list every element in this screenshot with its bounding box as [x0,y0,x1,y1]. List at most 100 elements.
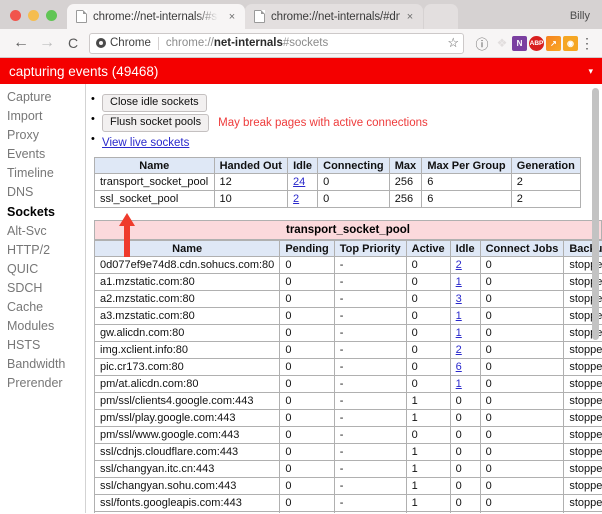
tab-strip: chrome://net-internals/#sockets × chrome… [0,0,602,29]
tab-sockets[interactable]: chrome://net-internals/#sockets × [67,4,245,29]
idle-cell[interactable]: 2 [449,256,481,274]
column-header: Idle [449,240,481,257]
pool-table: Name Pending Top Priority Active Idle Connect… [93,240,602,513]
maximize-window-button[interactable] [46,10,57,21]
idle-socket-link[interactable]: 2 [456,344,462,356]
top-priority-cell: - [333,477,407,495]
pending-cell: 0 [279,290,335,308]
faded-extension-icon[interactable]: ❖ [494,36,510,50]
bookmark-star-icon[interactable]: ☆ [443,35,459,51]
adblock-extension-icon[interactable]: ABP [529,35,544,51]
pool-name-cell: transport_socket_pool [94,173,215,191]
top-priority-cell: - [333,460,407,478]
connect-jobs-cell: 0 [479,392,565,410]
sidebar-item-sockets[interactable]: Sockets [4,203,85,222]
chevron-down-icon[interactable]: ▾ [588,66,593,77]
idle-cell[interactable]: 6 [449,358,481,376]
sidebar-item-hsts[interactable]: HSTS [4,336,85,355]
idle-cell[interactable]: 3 [449,290,481,308]
idle-cell: 0 [449,494,481,512]
sidebar-item-dns[interactable]: DNS [4,183,85,202]
close-window-button[interactable] [10,10,21,21]
sidebar-item-http-2[interactable]: HTTP/2 [4,241,85,260]
close-icon[interactable]: × [403,11,417,23]
site-identity-chip[interactable]: Chrome [96,37,151,49]
table-row: a1.mzstatic.com:800-010stoppedfalse [93,273,602,291]
top-priority-cell: - [333,426,407,444]
top-priority-cell: - [333,511,407,513]
group-name-cell: ssl/changyan.sohu.com:443 [93,477,281,495]
idle-cell[interactable]: 1 [449,307,481,325]
idle-cell: 0 [449,392,481,410]
idle-count-cell[interactable]: 2 [287,190,319,208]
idle-count-link[interactable]: 24 [293,176,305,188]
column-header: Handed Out [213,157,289,174]
idle-count-link[interactable]: 2 [293,193,299,205]
transport-socket-pool-section: transport_socket_pool Name Pending Top Pri… [86,220,602,513]
sidebar-item-sdch[interactable]: SDCH [4,279,85,298]
connect-jobs-cell: 0 [479,409,565,427]
divider [157,36,159,50]
chrome-menu-icon[interactable]: ⋮ [580,35,594,52]
connect-jobs-cell: 0 [479,256,565,274]
onenote-extension-icon[interactable]: N [512,35,527,51]
idle-cell[interactable]: 2 [449,341,481,359]
idle-socket-link[interactable]: 1 [456,310,462,322]
table-row: gw.alicdn.com:800-010stoppedfalse [93,324,602,342]
page-icon [254,10,265,23]
chart-extension-icon[interactable]: ↗ [546,35,561,51]
vertical-scrollbar[interactable] [592,86,600,511]
idle-socket-link[interactable]: 1 [456,276,462,288]
pending-cell: 0 [279,375,335,393]
sidebar-item-events[interactable]: Events [4,145,85,164]
sidebar-item-prerender[interactable]: Prerender [4,374,85,393]
sidebar-item-modules[interactable]: Modules [4,317,85,336]
tab-dns[interactable]: chrome://net-internals/#dns × [245,4,423,29]
table-row: pm/ssl/clients4.google.com:443 0-1 0 0 stopp… [93,392,602,410]
window-traffic-lights [0,10,67,29]
sidebar-item-alt-svc[interactable]: Alt-Svc [4,222,85,241]
idle-cell[interactable]: 1 [449,273,481,291]
table-row: ssl_socket_pool 10 2 0 256 6 2 [94,190,582,208]
idle-cell[interactable]: 1 [449,375,481,393]
sidebar-item-quic[interactable]: QUIC [4,260,85,279]
sidebar-item-bandwidth[interactable]: Bandwidth [4,355,85,374]
page-body: Capture Import Proxy Events Timeline DNS Socke… [0,84,602,513]
sidebar-item-cache[interactable]: Cache [4,298,85,317]
top-priority-cell: - [333,290,407,308]
back-icon[interactable]: ← [8,30,34,56]
list-item: Close idle sockets [91,93,602,112]
idle-cell[interactable]: 1 [449,324,481,342]
idle-socket-link[interactable]: 3 [456,293,462,305]
address-bar[interactable]: Chrome chrome://net-internals#sockets ☆ [89,32,464,54]
connect-jobs-cell: 0 [479,477,565,495]
idle-socket-link[interactable]: 1 [456,327,462,339]
close-idle-sockets-button[interactable]: Close idle sockets [102,94,207,112]
group-name-cell: gw.alicdn.com:80 [93,324,281,342]
minimize-window-button[interactable] [28,10,39,21]
sidebar-item-timeline[interactable]: Timeline [4,164,85,183]
new-tab-button[interactable] [424,4,458,29]
capturing-events-banner[interactable]: capturing events (49468) ▾ [0,58,602,84]
profile-name[interactable]: Billy [570,10,602,29]
view-live-sockets-link[interactable]: View live sockets [102,137,189,149]
connect-jobs-cell: 0 [479,290,565,308]
scrollbar-thumb[interactable] [592,88,599,340]
orange-extension-icon[interactable]: ◉ [563,35,578,51]
sidebar-item-capture[interactable]: Capture [4,88,85,107]
reload-icon[interactable]: C [60,30,86,56]
flush-socket-pools-button[interactable]: Flush socket pools [102,114,210,132]
info-circle-icon[interactable]: ⓘ [472,34,492,53]
idle-count-cell[interactable]: 24 [287,173,319,191]
idle-socket-link[interactable]: 2 [456,259,462,271]
pending-cell: 0 [279,443,335,461]
top-priority-cell: - [333,273,407,291]
idle-socket-link[interactable]: 6 [456,361,462,373]
idle-socket-link[interactable]: 1 [456,378,462,390]
idle-cell: 0 [449,426,481,444]
url-prefix: chrome:// [165,37,214,49]
sidebar-item-import[interactable]: Import [4,107,85,126]
forward-icon[interactable]: → [34,30,60,56]
sidebar-item-proxy[interactable]: Proxy [4,126,85,145]
close-icon[interactable]: × [225,11,239,23]
